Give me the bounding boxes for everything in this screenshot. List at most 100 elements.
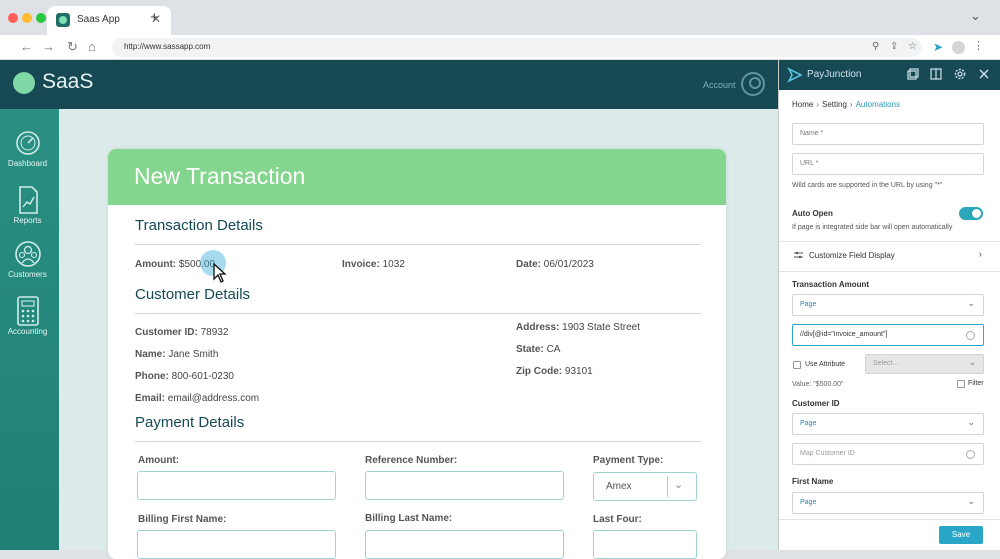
customers-icon [15, 241, 41, 267]
share-icon[interactable]: ⇪ [890, 41, 898, 52]
chevron-down-icon: ⌄ [967, 298, 975, 308]
customize-field-display-label: Customize Field Display [809, 251, 895, 260]
transaction-amount-source-select[interactable]: Page ⌄ [792, 294, 984, 316]
gauge-icon [16, 131, 40, 155]
reference-number-label: Reference Number: [365, 455, 458, 466]
search-icon[interactable]: ⚲ [872, 41, 879, 52]
gear-icon[interactable] [954, 68, 966, 80]
url-input[interactable]: http://www.sassapp.com ⚲ ⇪ ☆ [112, 38, 922, 57]
chevron-down-icon: ⌄ [674, 479, 684, 491]
reference-number-input[interactable] [365, 471, 564, 500]
name-value: Jane Smith [168, 349, 219, 360]
breadcrumb-automations[interactable]: Automations [856, 100, 900, 109]
browser-menu-icon[interactable]: ⋮ [973, 39, 984, 52]
payment-amount-input[interactable] [137, 471, 336, 500]
window-close-dot[interactable] [8, 13, 18, 23]
profile-avatar[interactable] [952, 41, 965, 54]
use-attribute-checkbox[interactable] [793, 361, 801, 369]
email-value: email@address.com [167, 393, 260, 404]
sidebar-label: Accounting [7, 327, 48, 336]
sidebar-item-accounting[interactable]: Accounting [0, 293, 59, 349]
last-four-label: Last Four: [593, 514, 642, 525]
close-icon[interactable] [978, 68, 990, 80]
first-name-label: First Name [792, 477, 834, 486]
popout-icon[interactable] [907, 68, 919, 80]
phone-label: Phone: [135, 371, 169, 382]
sidebar-label: Dashboard [7, 159, 48, 168]
breadcrumb-home[interactable]: Home [792, 100, 813, 109]
bookmark-star-icon[interactable]: ☆ [908, 41, 917, 52]
back-arrow-icon[interactable]: ← [20, 39, 33, 54]
sidebar-toggle-icon[interactable] [930, 68, 942, 80]
date-label: Date: [516, 259, 542, 270]
tab-title: Saas App [77, 14, 120, 25]
divider [135, 441, 701, 442]
report-icon [19, 186, 38, 214]
breadcrumb-setting[interactable]: Setting [822, 100, 847, 109]
map-customer-id-input[interactable]: Map Customer ID [792, 443, 984, 465]
auto-open-toggle[interactable] [959, 207, 983, 220]
account-label[interactable]: Account [703, 80, 736, 90]
wildcard-note: Wild cards are supported in the URL by u… [792, 182, 943, 189]
browser-tab-bar: Saas App ✕ + ⌄ [0, 0, 1000, 35]
payjunction-panel: PayJunction Home › Setting › Automations Nam… [778, 60, 1000, 550]
account-avatar-icon[interactable] [741, 72, 765, 96]
app-header: SaaS Account [0, 60, 778, 109]
reload-icon[interactable]: ↻ [67, 39, 78, 55]
divider [779, 241, 1000, 242]
divider [779, 519, 1000, 520]
attribute-placeholder: Select... [873, 360, 899, 367]
mouse-pointer-icon [213, 263, 227, 283]
tab-list-chevron-icon[interactable]: ⌄ [970, 8, 981, 24]
chevron-right-icon: › [978, 249, 982, 260]
home-icon[interactable]: ⌂ [88, 39, 96, 54]
address-bar-row: ← → ↻ ⌂ http://www.sassapp.com ⚲ ⇪ ☆ ➤ ⋮ [0, 35, 1000, 60]
save-button[interactable]: Save [939, 526, 983, 544]
address-field: Address: 1903 State Street [516, 322, 640, 333]
url-placeholder: URL * [800, 160, 819, 167]
sliders-icon [794, 251, 803, 259]
filter-checkbox[interactable] [957, 380, 965, 388]
panel-brand: PayJunction [807, 69, 862, 80]
payjunction-extension-icon[interactable]: ➤ [933, 40, 947, 54]
sidebar-item-reports[interactable]: Reports [0, 182, 59, 238]
xpath-input[interactable]: //div[@id="invoice_amount"] [792, 324, 984, 346]
payment-type-value: Amex [606, 481, 632, 492]
phone-field: Phone: 800-601-0230 [135, 371, 234, 382]
customer-id-label: Customer ID [792, 399, 840, 408]
last-four-input[interactable] [593, 530, 697, 559]
filter-label: Filter [968, 380, 984, 387]
divider [135, 313, 701, 314]
section-title-payment: Payment Details [135, 414, 245, 431]
status-circle-icon [966, 450, 975, 459]
sidebar-item-dashboard[interactable]: Dashboard [0, 125, 59, 181]
state-label: State: [516, 344, 544, 355]
email-label: Email: [135, 393, 166, 404]
url-text: http://www.sassapp.com [124, 42, 211, 51]
divider [135, 244, 701, 245]
select-value: Page [800, 499, 817, 506]
auto-open-note: If page is integrated side bar will open… [792, 224, 953, 231]
forward-arrow-icon[interactable]: → [42, 39, 55, 54]
saas-logo-icon [13, 72, 35, 94]
name-input[interactable]: Name * [792, 123, 984, 145]
first-name-source-select[interactable]: Page ⌄ [792, 492, 984, 514]
customer-id-source-select[interactable]: Page ⌄ [792, 413, 984, 435]
select-divider [667, 476, 668, 497]
customize-field-display-row[interactable]: Customize Field Display › [792, 249, 984, 263]
attribute-select[interactable]: Select... ⌄ [865, 354, 984, 374]
sidebar-item-customers[interactable]: Customers [0, 236, 59, 292]
zip-value: 93101 [564, 366, 593, 377]
zip-field: Zip Code: 93101 [516, 366, 593, 377]
new-tab-button[interactable]: + [150, 9, 159, 26]
billing-last-name-input[interactable] [365, 530, 564, 559]
saas-favicon-icon [56, 13, 70, 27]
payment-type-select[interactable]: Amex ⌄ [593, 472, 697, 501]
customer-id-value: 78932 [200, 327, 229, 338]
url-field[interactable]: URL * [792, 153, 984, 175]
window-minimize-dot[interactable] [22, 13, 32, 23]
billing-first-name-input[interactable] [137, 530, 336, 559]
window-maximize-dot[interactable] [36, 13, 46, 23]
select-value: Page [800, 301, 817, 308]
main-content: New Transaction Transaction Details Amou… [59, 109, 778, 559]
